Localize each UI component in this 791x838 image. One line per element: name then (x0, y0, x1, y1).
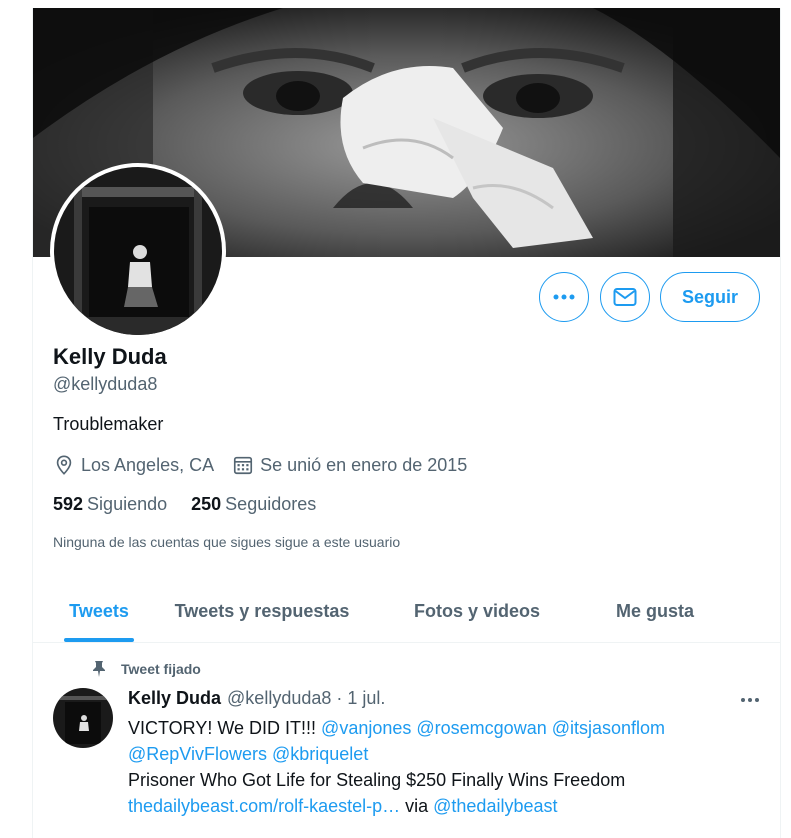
tab-tweets[interactable]: Tweets (33, 580, 165, 642)
envelope-icon (613, 288, 637, 306)
more-options-button[interactable] (539, 272, 589, 322)
pinned-indicator: Tweet fijado (91, 660, 201, 678)
profile-stats: 592 Siguiendo 250 Seguidores (53, 494, 340, 515)
tweet-author-handle[interactable]: @kellyduda8 (227, 688, 331, 709)
tweet-line: VICTORY! We DID IT!!! @vanjones @rosemcg… (128, 715, 768, 741)
profile-name: Kelly Duda (53, 344, 167, 369)
url-link[interactable]: thedailybeast.com/rolf-kaestel-p… (128, 796, 400, 816)
tweet-more-button[interactable] (740, 690, 760, 708)
more-horizontal-icon (741, 698, 759, 702)
tweet-date[interactable]: 1 jul. (347, 688, 385, 709)
mention-link[interactable]: @kbriquelet (272, 744, 368, 764)
tab-photos-videos[interactable]: Fotos y videos (359, 580, 595, 642)
tweet-avatar-image (53, 688, 113, 748)
tweet-author-name[interactable]: Kelly Duda (128, 688, 221, 709)
more-horizontal-icon (553, 294, 575, 300)
following-link[interactable]: 592 Siguiendo (53, 494, 167, 515)
mention-link[interactable]: @thedailybeast (433, 796, 557, 816)
following-label: Siguiendo (87, 494, 168, 514)
profile-bio: Troublemaker (53, 414, 164, 434)
tweet-text: VICTORY! We DID IT!!! @vanjones @rosemcg… (128, 715, 768, 819)
tweet-author-avatar[interactable] (53, 688, 113, 748)
follow-button[interactable]: Seguir (660, 272, 760, 322)
profile-column: Seguir Kelly Duda @kellyduda8 Troublemak… (32, 8, 781, 838)
tweet-line: Prisoner Who Got Life for Stealing $250 … (128, 767, 768, 793)
followers-label: Seguidores (225, 494, 317, 514)
tweet-text-segment: VICTORY! We DID IT!!! (128, 718, 322, 738)
mention-link[interactable]: @RepVivFlowers (128, 744, 267, 764)
tab-label: Tweets (69, 600, 129, 621)
profile-avatar[interactable] (50, 163, 226, 339)
tab-label: Tweets y respuestas (174, 600, 350, 621)
location-pin-icon (56, 455, 72, 475)
tweet-separator: · (336, 688, 343, 708)
mention-link[interactable]: @rosemcgowan (416, 718, 546, 738)
active-tab-indicator (64, 638, 134, 642)
calendar-icon (234, 456, 253, 475)
profile-meta: Los Angeles, CA Se unió en enero de 2015 (53, 454, 467, 476)
location-text: Los Angeles, CA (81, 454, 215, 475)
tweet-text-segment: via (400, 796, 434, 816)
tweet-header: Kelly Duda @kellyduda8 · 1 jul. (128, 688, 385, 709)
avatar-image (54, 167, 222, 335)
profile-joined: Se unió en enero de 2015 (232, 454, 467, 476)
followers-link[interactable]: 250 Seguidores (191, 494, 316, 515)
tweet-line: @RepVivFlowers @kbriquelet (128, 741, 768, 767)
joined-text: Se unió en enero de 2015 (260, 454, 468, 475)
mention-link[interactable]: @vanjones (321, 718, 411, 738)
tab-label: Me gusta (615, 600, 694, 621)
profile-location: Los Angeles, CA (53, 454, 214, 476)
tweet-line: thedailybeast.com/rolf-kaestel-p… via @t… (128, 793, 768, 819)
following-count: 592 (53, 494, 84, 514)
mention-link[interactable]: @itsjasonflom (552, 718, 665, 738)
tab-likes[interactable]: Me gusta (595, 580, 715, 642)
tweet-text-segment: Prisoner Who Got Life for Stealing $250 … (128, 770, 626, 790)
profile-handle: @kellyduda8 (53, 374, 158, 394)
tab-tweets-and-replies[interactable]: Tweets y respuestas (165, 580, 359, 642)
followed-by-note: Ninguna de las cuentas que sigues sigue … (53, 534, 401, 550)
pin-icon (93, 661, 105, 677)
followers-count: 250 (191, 494, 222, 514)
pinned-label: Tweet fijado (121, 661, 201, 677)
message-button[interactable] (600, 272, 650, 322)
profile-tabs: Tweets Tweets y respuestas Fotos y video… (33, 580, 780, 643)
tab-label: Fotos y videos (413, 600, 541, 621)
